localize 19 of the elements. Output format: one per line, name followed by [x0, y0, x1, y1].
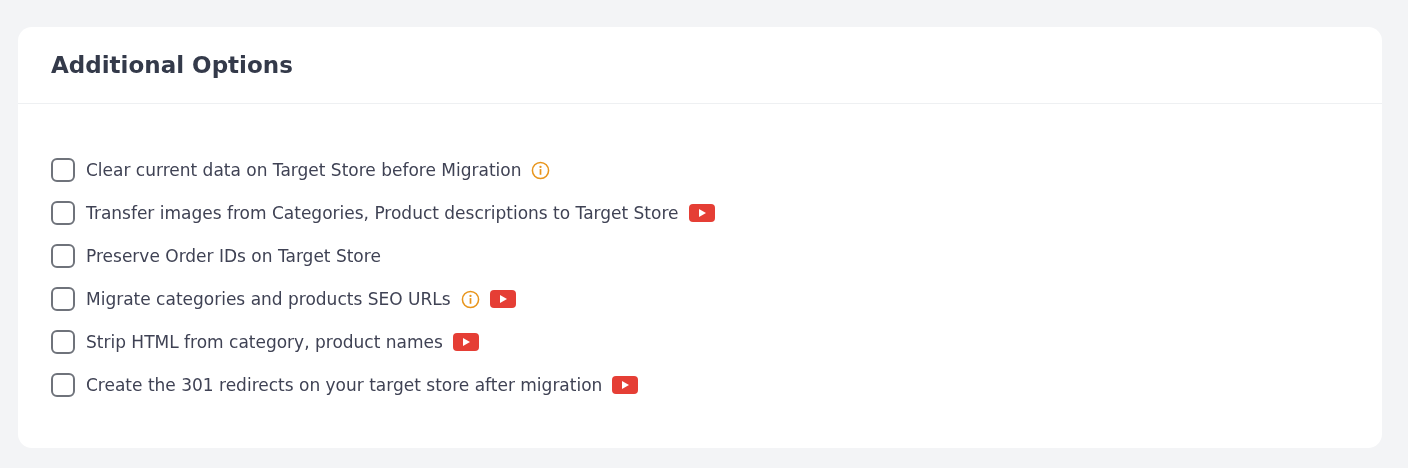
video-play-icon[interactable]: [452, 333, 479, 351]
video-play-icon[interactable]: [489, 290, 516, 308]
checkbox[interactable]: [51, 330, 75, 354]
checkbox[interactable]: [51, 158, 75, 182]
checkbox[interactable]: [51, 244, 75, 268]
checkbox[interactable]: [51, 287, 75, 311]
card-title: Additional Options: [51, 52, 293, 78]
checkbox[interactable]: [51, 201, 75, 225]
video-play-icon[interactable]: [688, 204, 715, 222]
option-label[interactable]: Strip HTML from category, product names: [86, 332, 443, 352]
video-play-icon[interactable]: [612, 376, 639, 394]
option-label[interactable]: Preserve Order IDs on Target Store: [86, 246, 381, 266]
option-label[interactable]: Clear current data on Target Store before Migration: [86, 160, 522, 180]
option-label[interactable]: Create the 301 redirects on your target store after migration: [86, 375, 603, 395]
option-label[interactable]: Transfer images from Categories, Product descriptions to Target Store: [86, 203, 679, 223]
info-icon[interactable]: [460, 289, 480, 309]
option-label[interactable]: Migrate categories and products SEO URLs: [86, 289, 451, 309]
info-icon[interactable]: [531, 160, 551, 180]
checkbox[interactable]: [51, 373, 75, 397]
